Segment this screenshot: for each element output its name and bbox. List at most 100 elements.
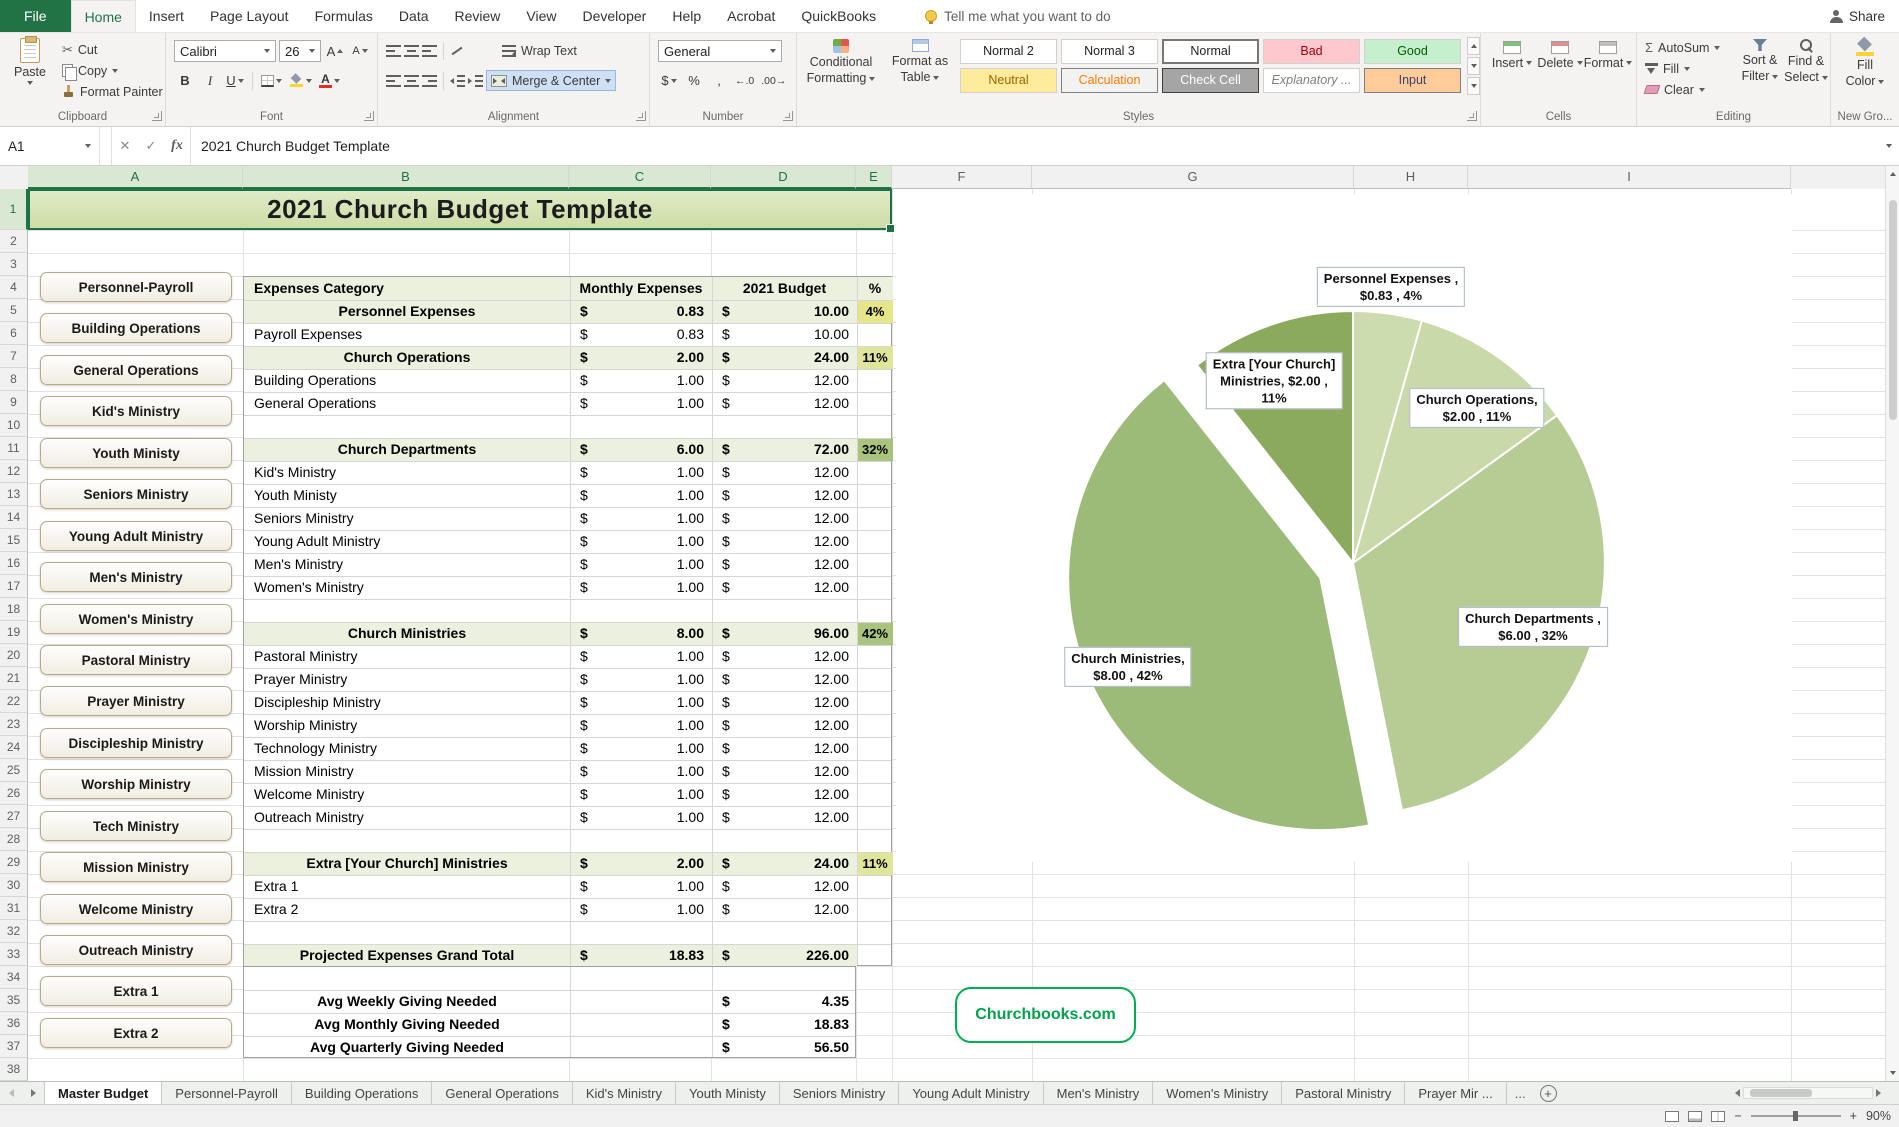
align-top-icon[interactable]: [386, 45, 401, 57]
ribbon-tab-home[interactable]: Home: [71, 0, 136, 32]
budget-value-row-20[interactable]: $12.00: [712, 645, 857, 668]
shape-button-extra-2[interactable]: Extra 2: [40, 1018, 232, 1048]
budget-value-row-5[interactable]: $10.00: [712, 300, 857, 323]
row-header-7[interactable]: 7: [0, 345, 28, 368]
expense-label-row-26[interactable]: Welcome Ministry: [244, 783, 570, 806]
row-header-17[interactable]: 17: [0, 575, 28, 598]
ribbon-tab-formulas[interactable]: Formulas: [302, 0, 386, 32]
hscroll-left-icon[interactable]: [1735, 1089, 1740, 1097]
expense-label-row-25[interactable]: Mission Ministry: [244, 760, 570, 783]
row-header-18[interactable]: 18: [0, 598, 28, 621]
row-header-2[interactable]: 2: [0, 230, 28, 253]
sheet-tab-overflow[interactable]: ...: [1507, 1082, 1534, 1104]
summary-label-row-35[interactable]: Avg Weekly Giving Needed: [244, 990, 570, 1013]
sheet-tab-young-adult-ministry[interactable]: Young Adult Ministry: [899, 1082, 1043, 1104]
monthly-value-row-16[interactable]: $1.00: [570, 553, 712, 576]
formula-bar-splitter[interactable]: [100, 127, 112, 165]
budget-value-row-15[interactable]: $12.00: [712, 530, 857, 553]
column-header-b[interactable]: B: [243, 166, 569, 189]
cancel-entry-button[interactable]: ✕: [112, 127, 138, 165]
styles-dialog-launcher[interactable]: [1467, 111, 1477, 121]
row-header-29[interactable]: 29: [0, 851, 28, 874]
budget-value-row-33[interactable]: $226.00: [712, 944, 857, 967]
monthly-value-row-30[interactable]: $1.00: [570, 875, 712, 898]
title-cell-a1[interactable]: 2021 Church Budget Template: [28, 189, 892, 230]
row-header-14[interactable]: 14: [0, 506, 28, 529]
formula-input[interactable]: 2021 Church Budget Template: [190, 127, 1879, 165]
row-header-23[interactable]: 23: [0, 713, 28, 736]
sheet-tab-men-s-ministry[interactable]: Men's Ministry: [1044, 1082, 1154, 1104]
shape-button-outreach-ministry[interactable]: Outreach Ministry: [40, 935, 232, 965]
sheet-tab-master-budget[interactable]: Master Budget: [44, 1082, 162, 1104]
shape-button-pastoral-ministry[interactable]: Pastoral Ministry: [40, 645, 232, 675]
insert-cells-button[interactable]: Insert: [1489, 41, 1535, 70]
expense-label-row-20[interactable]: Pastoral Ministry: [244, 645, 570, 668]
sheet-tab-women-s-ministry[interactable]: Women's Ministry: [1153, 1082, 1282, 1104]
row-header-35[interactable]: 35: [0, 989, 28, 1012]
budget-value-row-29[interactable]: $24.00: [712, 852, 857, 875]
shape-button-youth-ministy[interactable]: Youth Ministy: [40, 438, 232, 468]
column-header-d[interactable]: D: [711, 166, 856, 189]
expense-label-row-6[interactable]: Payroll Expenses: [244, 323, 570, 346]
monthly-value-row-27[interactable]: $1.00: [570, 806, 712, 829]
sheet-tab-scroll-right-button[interactable]: [22, 1082, 44, 1104]
shape-button-men-s-ministry[interactable]: Men's Ministry: [40, 562, 232, 592]
monthly-value-row-5[interactable]: $0.83: [570, 300, 712, 323]
budget-value-row-12[interactable]: $12.00: [712, 461, 857, 484]
increase-indent-icon[interactable]: [468, 75, 483, 87]
page-layout-view-button[interactable]: [1688, 1111, 1702, 1122]
shape-button-prayer-ministry[interactable]: Prayer Ministry: [40, 686, 232, 716]
number-format-select[interactable]: General: [658, 40, 782, 62]
monthly-value-row-14[interactable]: $1.00: [570, 507, 712, 530]
monthly-value-row-13[interactable]: $1.00: [570, 484, 712, 507]
budget-value-row-22[interactable]: $12.00: [712, 691, 857, 714]
budget-value-row-23[interactable]: $12.00: [712, 714, 857, 737]
monthly-value-row-17[interactable]: $1.00: [570, 576, 712, 599]
shape-button-young-adult-ministry[interactable]: Young Adult Ministry: [40, 521, 232, 551]
new-sheet-button[interactable]: +: [1540, 1085, 1557, 1102]
expense-label-row-30[interactable]: Extra 1: [244, 875, 570, 898]
monthly-value-row-29[interactable]: $2.00: [570, 852, 712, 875]
decrease-font-size-button[interactable]: A: [349, 41, 371, 62]
sheet-tab-prayer-mir[interactable]: Prayer Mir ...: [1405, 1082, 1506, 1104]
row-header-25[interactable]: 25: [0, 759, 28, 782]
monthly-value-row-21[interactable]: $1.00: [570, 668, 712, 691]
column-header-c[interactable]: C: [569, 166, 711, 189]
expense-label-row-11[interactable]: Church Departments: [244, 438, 570, 461]
monthly-value-row-31[interactable]: $1.00: [570, 898, 712, 921]
row-header-13[interactable]: 13: [0, 483, 28, 506]
shape-button-worship-ministry[interactable]: Worship Ministry: [40, 769, 232, 799]
pct-value-row-11[interactable]: 32%: [857, 438, 893, 461]
zoom-level[interactable]: 90%: [1866, 1109, 1891, 1123]
format-painter-button[interactable]: Format Painter: [58, 81, 167, 102]
scroll-down-button[interactable]: [1886, 1065, 1899, 1081]
shape-button-tech-ministry[interactable]: Tech Ministry: [40, 811, 232, 841]
zoom-slider[interactable]: [1751, 1115, 1841, 1117]
sheet-tab-general-operations[interactable]: General Operations: [432, 1082, 572, 1104]
borders-button[interactable]: [259, 70, 284, 91]
sheet-tab-kid-s-ministry[interactable]: Kid's Ministry: [573, 1082, 676, 1104]
cell-style-neutral[interactable]: Neutral: [960, 68, 1057, 93]
row-header-10[interactable]: 10: [0, 414, 28, 437]
ribbon-tab-developer[interactable]: Developer: [570, 0, 660, 32]
comma-style-button[interactable]: ,: [708, 70, 730, 91]
row-header-26[interactable]: 26: [0, 782, 28, 805]
row-header-12[interactable]: 12: [0, 460, 28, 483]
budget-value-row-25[interactable]: $12.00: [712, 760, 857, 783]
budget-value-row-7[interactable]: $24.00: [712, 346, 857, 369]
budget-value-row-27[interactable]: $12.00: [712, 806, 857, 829]
row-header-6[interactable]: 6: [0, 322, 28, 345]
expense-label-row-15[interactable]: Young Adult Ministry: [244, 530, 570, 553]
column-header-e[interactable]: E: [856, 166, 892, 189]
cell-style-explanatory[interactable]: Explanatory ...: [1263, 68, 1360, 93]
expense-label-row-5[interactable]: Personnel Expenses: [244, 300, 570, 323]
bold-button[interactable]: B: [174, 70, 196, 91]
ribbon-tab-review[interactable]: Review: [442, 0, 514, 32]
wrap-text-button[interactable]: Wrap Text: [498, 40, 581, 61]
budget-value-row-8[interactable]: $12.00: [712, 369, 857, 392]
expense-label-row-23[interactable]: Worship Ministry: [244, 714, 570, 737]
column-header-f[interactable]: F: [892, 166, 1032, 189]
column-header-h[interactable]: H: [1354, 166, 1468, 189]
gallery-scroll-up-button[interactable]: [1467, 37, 1480, 55]
expense-label-row-22[interactable]: Discipleship Ministry: [244, 691, 570, 714]
